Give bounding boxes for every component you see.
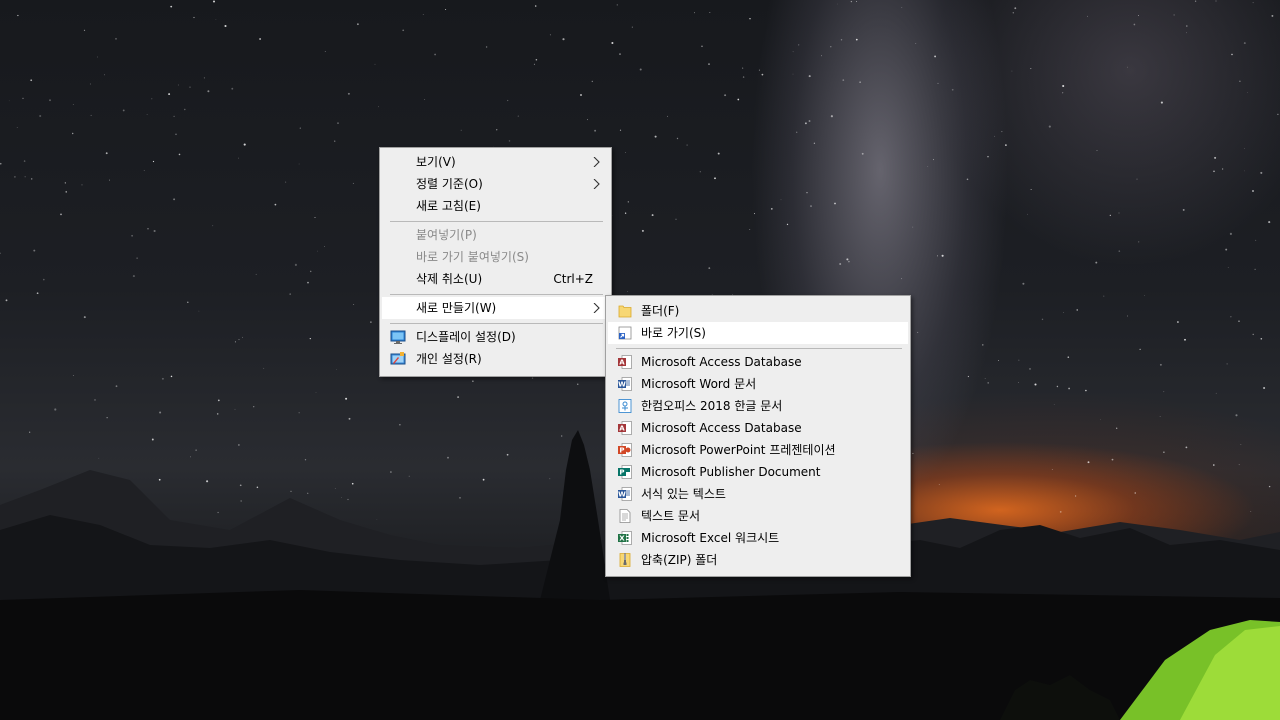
folder-icon: [618, 305, 632, 318]
submenu-item-label: 폴더(F): [641, 304, 680, 318]
menu-item-label: 정렬 기준(O): [416, 177, 483, 191]
menu-item-shortcut: Ctrl+Z: [553, 272, 593, 286]
access-icon: A: [618, 421, 632, 435]
svg-text:A: A: [619, 425, 625, 433]
svg-text:W: W: [618, 381, 626, 389]
menu-item-label: 개인 설정(R): [416, 352, 482, 366]
excel-icon: X: [618, 531, 632, 545]
submenu-item-label: Microsoft Excel 워크시트: [641, 531, 780, 545]
menu-item-new[interactable]: 새로 만들기(W): [382, 297, 609, 319]
submenu-item-rich-text[interactable]: W 서식 있는 텍스트: [608, 483, 908, 505]
chevron-right-icon: [593, 303, 600, 313]
personalize-icon: [390, 352, 406, 365]
submenu-item-folder[interactable]: 폴더(F): [608, 300, 908, 322]
svg-text:X: X: [619, 535, 625, 543]
menu-item-view[interactable]: 보기(V): [382, 151, 609, 173]
menu-item-label: 붙여넣기(P): [416, 228, 477, 242]
zip-folder-icon: [619, 553, 631, 567]
submenu-item-label: Microsoft PowerPoint 프레젠테이션: [641, 443, 836, 457]
submenu-item-label: Microsoft Access Database: [641, 355, 802, 369]
submenu-item-shortcut[interactable]: 바로 가기(S): [608, 322, 908, 344]
menu-separator: [616, 348, 902, 349]
display-icon: [390, 330, 406, 344]
new-submenu: 폴더(F) 바로 가기(S) A Microsoft Access Databa…: [605, 295, 911, 577]
submenu-item-label: 압축(ZIP) 폴더: [641, 553, 718, 567]
menu-item-sort-by[interactable]: 정렬 기준(O): [382, 173, 609, 195]
menu-item-paste-shortcut[interactable]: 바로 가기 붙여넣기(S): [382, 246, 609, 268]
submenu-item-zip-folder[interactable]: 압축(ZIP) 폴더: [608, 549, 908, 571]
submenu-item-text-document[interactable]: 텍스트 문서: [608, 505, 908, 527]
submenu-item-label: Microsoft Publisher Document: [641, 465, 821, 479]
submenu-item-word-document[interactable]: W Microsoft Word 문서: [608, 373, 908, 395]
menu-item-label: 삭제 취소(U): [416, 272, 483, 286]
desktop-context-menu: 보기(V) 정렬 기준(O) 새로 고침(E) 붙여넣기(P) 바로 가기 붙여…: [379, 147, 612, 377]
access-icon: A: [618, 355, 632, 369]
menu-item-display-settings[interactable]: 디스플레이 설정(D): [382, 326, 609, 348]
submenu-item-label: 서식 있는 텍스트: [641, 487, 726, 501]
menu-separator: [390, 221, 603, 222]
text-doc-icon: [619, 509, 631, 523]
menu-item-undo-delete[interactable]: 삭제 취소(U) Ctrl+Z: [382, 268, 609, 290]
word-icon: W: [618, 377, 632, 391]
submenu-item-label: 한컴오피스 2018 한글 문서: [641, 399, 783, 413]
submenu-item-access-database-2[interactable]: A Microsoft Access Database: [608, 417, 908, 439]
rtf-icon: W: [618, 487, 632, 501]
submenu-item-access-database[interactable]: A Microsoft Access Database: [608, 351, 908, 373]
hwp-icon: [618, 399, 632, 413]
menu-item-label: 새로 고침(E): [416, 199, 481, 213]
submenu-item-publisher[interactable]: P Microsoft Publisher Document: [608, 461, 908, 483]
submenu-item-label: 바로 가기(S): [641, 326, 706, 340]
chevron-right-icon: [593, 157, 600, 167]
submenu-item-label: Microsoft Access Database: [641, 421, 802, 435]
publisher-icon: P: [618, 465, 632, 479]
menu-item-label: 바로 가기 붙여넣기(S): [416, 250, 529, 264]
menu-item-refresh[interactable]: 새로 고침(E): [382, 195, 609, 217]
menu-separator: [390, 294, 603, 295]
svg-text:P: P: [619, 447, 624, 455]
powerpoint-icon: P: [618, 443, 632, 457]
shortcut-icon: [618, 326, 632, 340]
submenu-item-excel-worksheet[interactable]: X Microsoft Excel 워크시트: [608, 527, 908, 549]
chevron-right-icon: [593, 179, 600, 189]
menu-separator: [390, 323, 603, 324]
menu-item-label: 보기(V): [416, 155, 456, 169]
menu-item-label: 디스플레이 설정(D): [416, 330, 516, 344]
submenu-item-powerpoint[interactable]: P Microsoft PowerPoint 프레젠테이션: [608, 439, 908, 461]
submenu-item-label: Microsoft Word 문서: [641, 377, 757, 391]
svg-text:A: A: [619, 359, 625, 367]
menu-item-personalize[interactable]: 개인 설정(R): [382, 348, 609, 370]
submenu-item-hwp-document[interactable]: 한컴오피스 2018 한글 문서: [608, 395, 908, 417]
svg-text:W: W: [618, 491, 626, 499]
svg-text:P: P: [619, 469, 624, 477]
submenu-item-label: 텍스트 문서: [641, 509, 701, 523]
menu-item-paste[interactable]: 붙여넣기(P): [382, 224, 609, 246]
menu-item-label: 새로 만들기(W): [416, 301, 497, 315]
